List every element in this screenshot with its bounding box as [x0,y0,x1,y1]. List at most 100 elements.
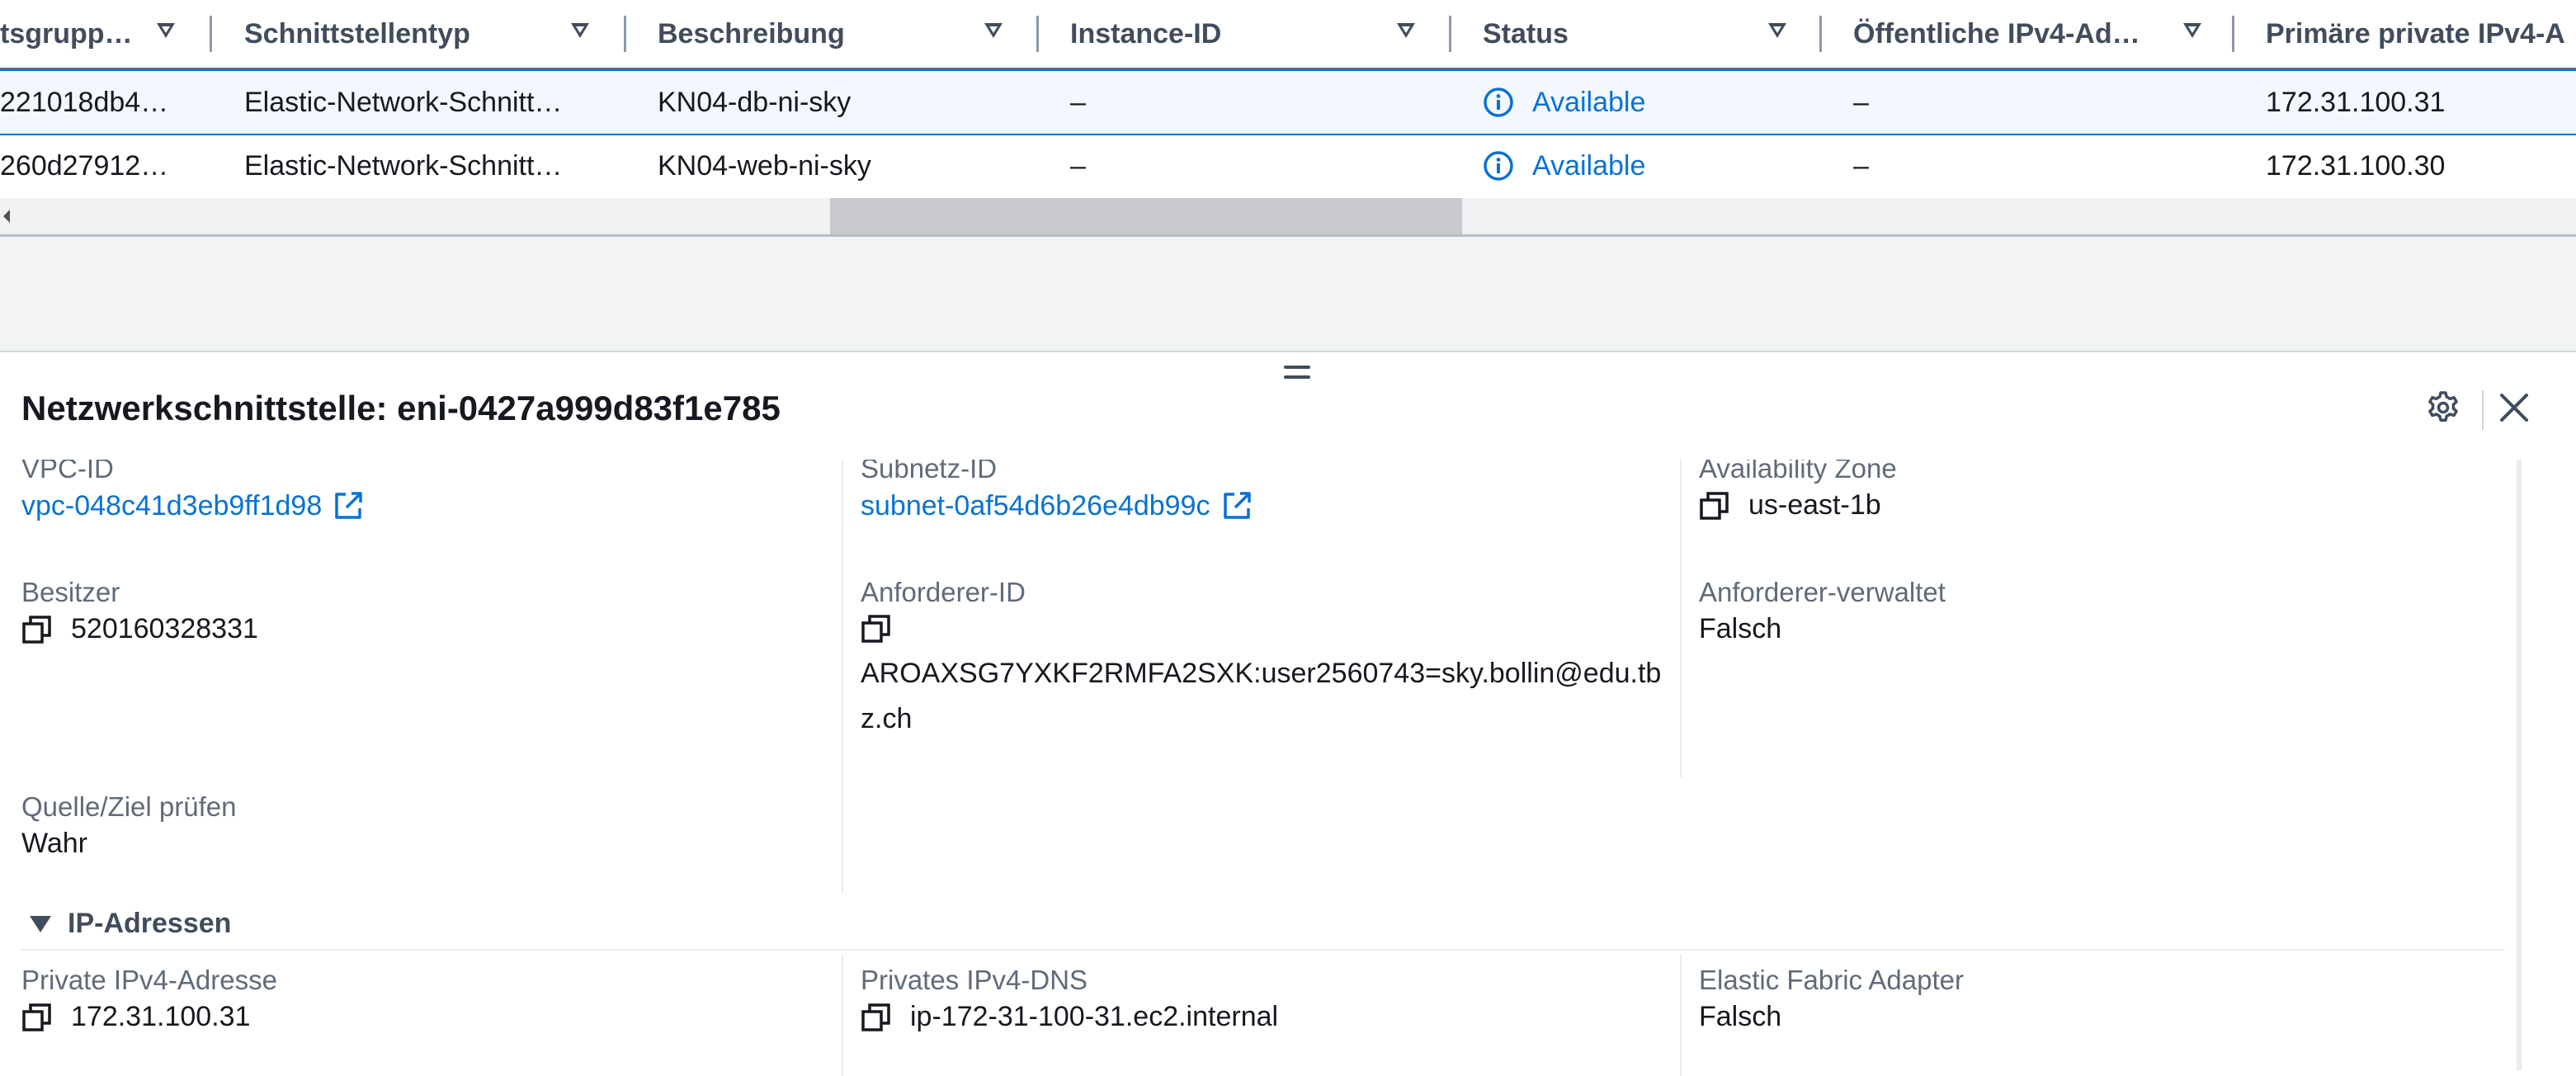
subnet-id-value[interactable]: subnet-0af54d6b26e4db99c [861,490,1210,522]
external-link-icon[interactable] [332,489,365,522]
efa-value: Falsch [1699,1001,1782,1032]
column-header-label: Schnittstellentyp [244,17,470,50]
availability-zone-label: Availability Zone [1699,460,1897,484]
sort-down-icon[interactable] [984,23,1003,38]
column-header-security-group[interactable]: tsgrupp… [0,0,190,68]
cell-public-ipv4: – [1853,86,1869,118]
subnet-id-label: Subnetz-ID [861,460,998,484]
panel-vertical-scrollbar[interactable] [2517,460,2522,1070]
toolbar-divider [2482,390,2484,430]
status-text: Available [1532,149,1646,182]
private-ipv4-value: 172.31.100.31 [21,1001,250,1033]
owner-label: Besitzer [21,577,120,607]
column-header-status[interactable]: Status [1483,0,1838,68]
vpc-id-value[interactable]: vpc-048c41d3eb9ff1d98 [21,490,322,522]
external-link-icon[interactable] [1220,489,1253,522]
content-background [0,237,2576,351]
cell-description: KN04-db-ni-sky [658,86,852,118]
panel-content: VPC-ID vpc-048c41d3eb9ff1d98 Subnetz-ID … [0,460,2508,1076]
caret-down-icon[interactable] [30,915,51,932]
ip-addresses-section-title[interactable]: IP-Adressen [68,908,231,940]
availability-zone-text: us-east-1b [1748,489,1881,521]
cell-interface-type: Elastic-Network-Schnitt… [244,149,563,182]
cell-security-group: 260d27912… [0,149,169,182]
requester-id-label: Anforderer-ID [861,577,1026,607]
close-icon[interactable] [2495,389,2533,427]
private-ipv4-text: 172.31.100.31 [71,1001,251,1032]
details-split-panel: Netzwerkschnittstelle: eni-0427a999d83f1… [0,351,2576,1076]
vpc-id-link[interactable]: vpc-048c41d3eb9ff1d98 [21,489,365,522]
column-header-label: Primäre private IPv4-A [2266,17,2565,50]
cell-private-ipv4: 172.31.100.30 [2266,149,2446,182]
efa-label: Elastic Fabric Adapter [1699,965,1964,995]
cell-description: KN04-web-ni-sky [658,149,871,182]
source-dest-check-value: Wahr [21,828,87,859]
column-header-description[interactable]: Beschreibung [658,0,1012,68]
column-resizer[interactable] [210,16,212,52]
copy-icon[interactable] [861,613,892,644]
column-resizer[interactable] [1819,16,1822,52]
table-row[interactable]: 260d27912… Elastic-Network-Schnitt… KN04… [0,134,2576,198]
private-dns-label: Privates IPv4-DNS [861,965,1088,995]
column-divider [842,955,843,1076]
sort-down-icon[interactable] [157,23,175,38]
column-header-instance-id[interactable]: Instance-ID [1070,0,1425,68]
column-resizer[interactable] [1449,16,1451,52]
info-icon [1484,87,1513,117]
sort-down-icon[interactable] [1397,23,1415,38]
cell-security-group: 221018db4… [0,86,169,118]
private-dns-text: ip-172-31-100-31.ec2.internal [910,1001,1279,1032]
column-header-public-ipv4[interactable]: Öffentliche IPv4-Ad… [1853,0,2216,68]
scroll-left-icon[interactable] [3,210,10,223]
drag-handle-icon[interactable] [1284,366,1310,384]
availability-zone-value: us-east-1b [1699,489,1881,521]
cell-status: Available [1483,134,1838,198]
subnet-id-link[interactable]: subnet-0af54d6b26e4db99c [861,489,1253,522]
cell-instance-id: – [1070,149,1086,182]
sort-down-icon[interactable] [2183,23,2201,38]
cell-status: Available [1483,71,1838,134]
section-divider [21,949,2505,951]
column-divider [1680,955,1682,1076]
column-resizer[interactable] [624,16,626,52]
sort-down-icon[interactable] [1768,23,1786,38]
column-header-interface-type[interactable]: Schnittstellentyp [244,0,599,68]
column-divider [1680,460,1682,777]
copy-icon[interactable] [21,1002,53,1033]
column-header-label: tsgrupp… [0,17,133,50]
column-resizer[interactable] [1036,16,1039,52]
panel-title: Netzwerkschnittstelle: eni-0427a999d83f1… [21,389,781,427]
owner-value: 520160328331 [21,613,258,645]
network-interfaces-table: tsgrupp… Schnittstellentyp Beschreibung … [0,0,2576,237]
private-ipv4-label: Private IPv4-Adresse [21,965,277,995]
private-dns-value: ip-172-31-100-31.ec2.internal [861,1001,1278,1033]
table-row[interactable]: 221018db4… Elastic-Network-Schnitt… KN04… [0,69,2576,135]
copy-icon[interactable] [861,1002,892,1033]
cell-instance-id: – [1070,86,1086,118]
column-header-label: Beschreibung [658,17,845,50]
source-dest-check-label: Quelle/Ziel prüfen [21,791,237,822]
column-header-private-ipv4[interactable]: Primäre private IPv4-A [2266,0,2576,68]
column-header-label: Instance-ID [1070,17,1222,50]
requester-managed-value: Falsch [1699,613,1782,644]
column-header-label: Status [1483,17,1569,50]
requester-id-copy[interactable] [861,613,910,644]
requester-managed-label: Anforderer-verwaltet [1699,577,1946,607]
requester-id-value: AROAXSG7YXKF2RMFA2SXK:user2560743=sky.bo… [861,658,1662,734]
gear-icon[interactable] [2424,389,2462,427]
scrollbar-thumb[interactable] [830,198,1462,234]
copy-icon[interactable] [1699,490,1730,521]
copy-icon[interactable] [21,614,53,645]
info-icon [1484,151,1513,181]
horizontal-scrollbar[interactable] [0,198,2576,234]
sort-down-icon[interactable] [571,23,589,38]
column-header-label: Öffentliche IPv4-Ad… [1853,17,2140,50]
ip-addresses-section-toggle[interactable]: IP-Adressen [30,908,231,940]
status-text: Available [1532,86,1646,118]
owner-text: 520160328331 [71,613,258,644]
cell-public-ipv4: – [1853,149,1869,182]
cell-interface-type: Elastic-Network-Schnitt… [244,86,563,118]
cell-private-ipv4: 172.31.100.31 [2266,86,2446,118]
column-resizer[interactable] [2232,16,2234,52]
vpc-id-label: VPC-ID [21,460,114,484]
